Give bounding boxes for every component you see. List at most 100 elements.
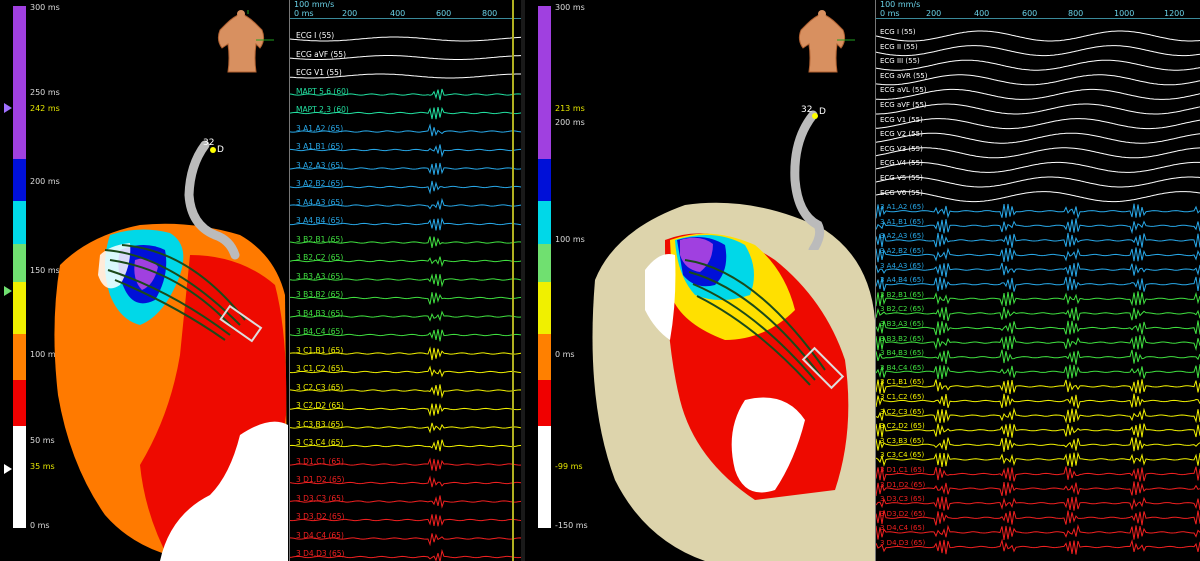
ruler-tick: 400 xyxy=(974,9,990,18)
atrial-surface-mesh[interactable] xyxy=(50,215,289,561)
channel-trace xyxy=(876,466,1200,482)
left-time-cursor[interactable] xyxy=(512,0,514,561)
right-map-panel[interactable]: 300 ms 200 ms 100 ms 0 ms -150 ms 213 ms… xyxy=(525,0,875,561)
scale-tick: 300 ms xyxy=(555,3,585,12)
channel-trace xyxy=(876,320,1200,336)
channel-trace xyxy=(290,106,522,120)
channel-trace xyxy=(876,191,1200,203)
left-map-panel[interactable]: 300 ms 250 ms 200 ms 150 ms 100 ms 50 ms… xyxy=(0,0,289,561)
scale-band-red xyxy=(538,380,551,426)
cs-catheter[interactable]: 32 D xyxy=(773,100,853,250)
channel-trace xyxy=(876,423,1200,438)
ruler-tick: 0 ms xyxy=(294,9,314,18)
channel-trace xyxy=(290,217,522,231)
left-trace-canvas xyxy=(290,36,522,561)
channel-trace xyxy=(290,365,522,378)
channel-trace xyxy=(876,88,1200,100)
channel-trace xyxy=(290,36,522,42)
channel-trace xyxy=(290,55,522,60)
channel-trace xyxy=(876,45,1200,57)
channel-trace xyxy=(876,349,1200,365)
channel-trace xyxy=(290,197,522,210)
scale-band-green xyxy=(13,244,26,282)
channel-trace xyxy=(290,439,522,452)
scale-tick: 200 ms xyxy=(30,177,60,186)
ruler-tick: 1000 xyxy=(1114,9,1135,18)
cs-electrode-label: D xyxy=(217,145,224,155)
channel-trace xyxy=(876,59,1200,71)
ruler-tick: 200 xyxy=(342,9,358,18)
channel-trace xyxy=(290,329,522,342)
channel-trace xyxy=(290,457,522,472)
channel-trace xyxy=(290,495,522,509)
channel-trace xyxy=(876,203,1200,220)
scale-min-marker: -99 ms xyxy=(555,462,583,471)
scale-band-green xyxy=(538,244,551,282)
channel-trace xyxy=(290,310,522,322)
ruler-tick: 800 xyxy=(1068,9,1084,18)
cs-catheter[interactable]: 32 D xyxy=(175,135,255,260)
ruler-tick: 0 ms xyxy=(880,9,900,18)
cs-electrode-label: 32 xyxy=(203,138,214,148)
atrial-surface-mesh[interactable] xyxy=(585,200,875,561)
scale-band-blue xyxy=(13,159,26,201)
scale-mid-handle[interactable] xyxy=(4,286,12,296)
channel-trace xyxy=(290,73,522,79)
channel-trace xyxy=(290,273,522,288)
channel-trace xyxy=(290,236,522,248)
right-time-ruler[interactable]: 100 mm/s 0 ms 200 400 600 800 1000 1200 xyxy=(876,0,1200,19)
ruler-tick: 400 xyxy=(390,9,406,18)
left-time-ruler[interactable]: 100 mm/s 0 ms 200 400 600 800 xyxy=(290,0,522,19)
ruler-unit: 100 mm/s xyxy=(880,0,921,9)
channel-trace xyxy=(290,123,522,137)
channel-trace xyxy=(876,176,1200,188)
channel-trace xyxy=(290,384,522,399)
cs-electrode-label: 32 xyxy=(801,105,812,115)
channel-trace xyxy=(876,451,1200,467)
scale-band-white xyxy=(538,426,551,528)
scale-band-yellow xyxy=(13,282,26,334)
scale-upper-handle[interactable] xyxy=(4,103,12,113)
channel-trace xyxy=(290,548,522,561)
scale-band-purple xyxy=(13,6,26,107)
channel-trace xyxy=(876,291,1200,307)
channel-trace xyxy=(876,161,1200,173)
channel-trace xyxy=(876,118,1200,130)
channel-trace xyxy=(876,496,1200,511)
right-trace-canvas xyxy=(876,30,1200,555)
channel-trace xyxy=(876,276,1200,292)
channel-trace xyxy=(290,475,522,488)
ruler-tick: 800 xyxy=(482,9,498,18)
scale-band-orange xyxy=(538,334,551,380)
right-electrogram-panel[interactable]: 100 mm/s 0 ms 200 400 600 800 1000 1200 … xyxy=(875,0,1200,561)
channel-trace xyxy=(876,262,1200,278)
channel-trace xyxy=(876,379,1200,395)
channel-trace xyxy=(876,147,1200,159)
scale-band-cyan xyxy=(538,201,551,244)
channel-trace xyxy=(876,538,1200,555)
scale-band-purple xyxy=(538,6,551,159)
scale-band-blue xyxy=(538,159,551,201)
scale-band-red xyxy=(13,380,26,426)
left-electrogram-panel[interactable]: 100 mm/s 0 ms 200 400 600 800 ECG I (55)… xyxy=(289,0,522,561)
channel-trace xyxy=(876,247,1200,263)
channel-trace xyxy=(876,334,1200,351)
channel-trace xyxy=(876,510,1200,526)
channel-trace xyxy=(290,533,522,547)
channel-trace xyxy=(876,364,1200,380)
scale-band-white xyxy=(13,426,26,528)
scale-tick: -150 ms xyxy=(555,521,588,530)
scale-tick: 250 ms xyxy=(30,88,60,97)
channel-trace xyxy=(290,514,522,527)
scale-lower-handle[interactable] xyxy=(4,464,12,474)
torso-orientation-icon[interactable] xyxy=(206,10,276,80)
ruler-unit: 100 mm/s xyxy=(294,0,335,9)
channel-trace xyxy=(290,403,522,417)
channel-trace xyxy=(290,292,522,305)
channel-trace xyxy=(876,103,1200,115)
channel-trace xyxy=(876,481,1200,497)
torso-orientation-icon[interactable] xyxy=(787,10,857,80)
channel-trace xyxy=(876,437,1200,452)
scale-tick: 0 ms xyxy=(30,521,50,530)
ruler-tick: 1200 xyxy=(1164,9,1185,18)
